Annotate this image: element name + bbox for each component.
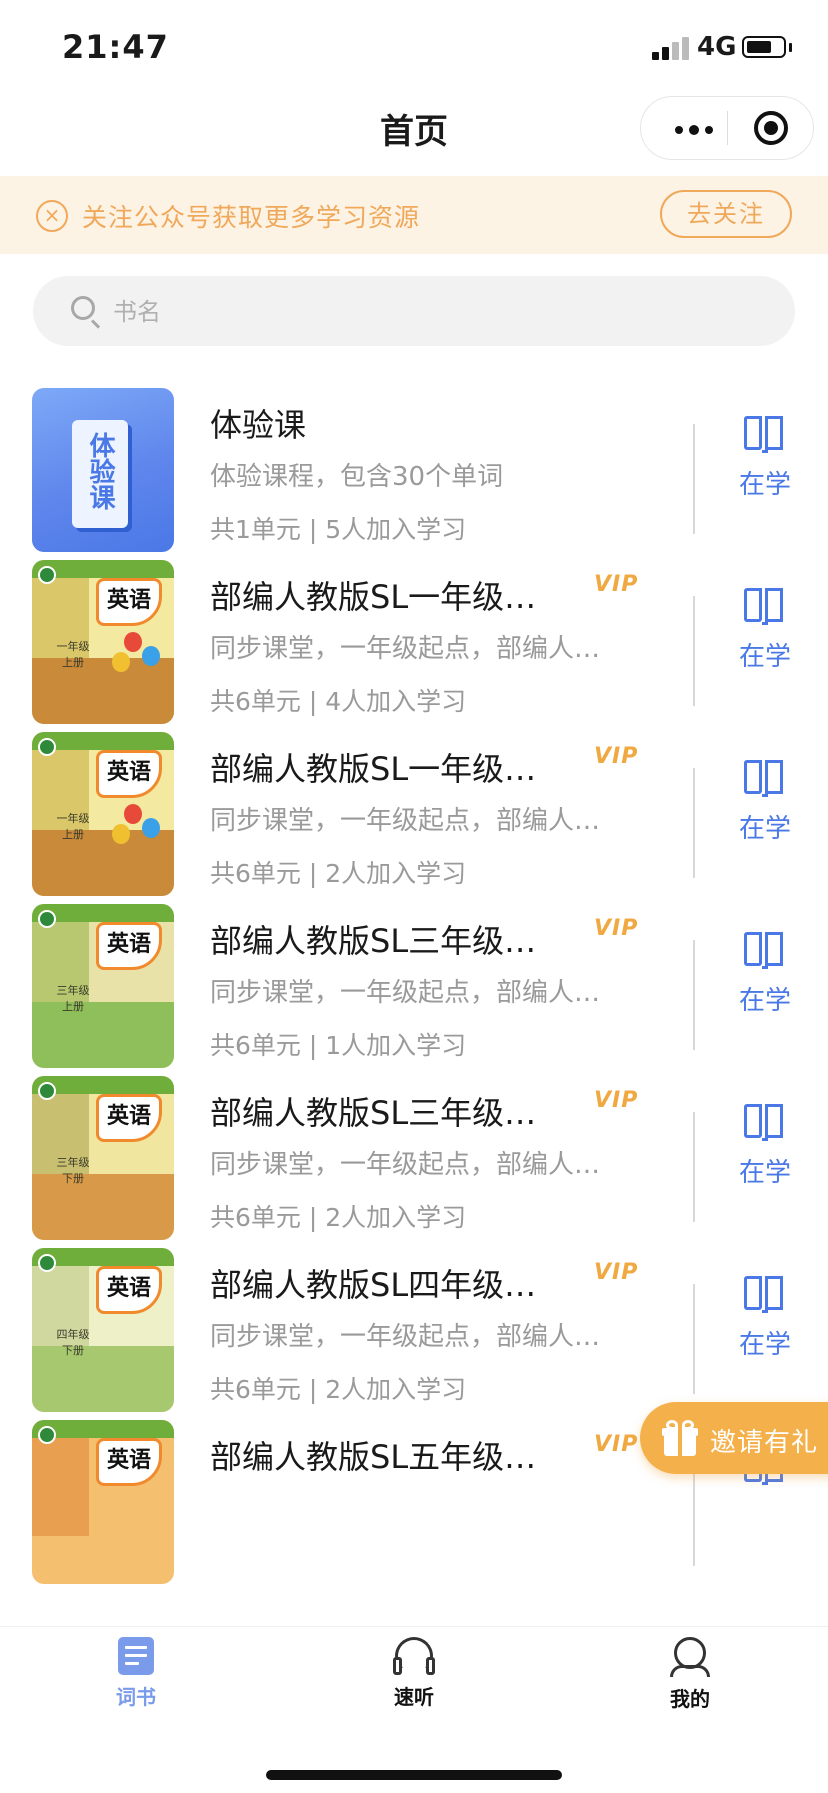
book-cover: 英语: [32, 1420, 174, 1584]
open-book-icon: [744, 760, 786, 798]
headphones-icon: [393, 1637, 435, 1675]
study-button[interactable]: 在学: [730, 588, 800, 698]
profile-icon: [670, 1637, 710, 1677]
open-book-icon: [744, 1104, 786, 1142]
list-item[interactable]: 英语 四年级 下册 部编人教版SL四年级… VIP 同步课堂，一年级起点，部编人……: [0, 1238, 828, 1414]
signal-icon: [652, 36, 692, 60]
book-desc: 体验课程，包含30个单词: [210, 462, 504, 492]
book-title: 部编人教版SL三年级…: [210, 922, 537, 960]
list-item[interactable]: 英语 一年级 上册 部编人教版SL一年级… VIP 同步课堂，一年级起点，部编人……: [0, 722, 828, 898]
status-time: 21:47: [62, 28, 169, 66]
book-title: 体验课: [210, 406, 307, 444]
vip-badge: VIP: [594, 1432, 639, 1457]
vip-badge: VIP: [594, 744, 639, 769]
tab-profile[interactable]: 我的: [630, 1637, 750, 1737]
book-cover: 英语 三年级 上册: [32, 904, 174, 1068]
book-desc: 同步课堂，一年级起点，部编人…: [210, 1150, 601, 1180]
status-bar: 21:47 4G: [0, 0, 828, 90]
vip-badge: VIP: [594, 1088, 639, 1113]
more-dots-icon[interactable]: [675, 125, 715, 135]
battery-icon: [742, 36, 786, 58]
book-desc: 同步课堂，一年级起点，部编人…: [210, 1322, 601, 1352]
gift-icon: [662, 1420, 698, 1456]
vip-badge: VIP: [594, 916, 639, 941]
study-button[interactable]: 在学: [730, 1276, 800, 1386]
book-desc: 同步课堂，一年级起点，部编人…: [210, 634, 601, 664]
open-book-icon: [744, 588, 786, 626]
network-type: 4G: [697, 32, 737, 62]
invite-label: 邀请有礼: [710, 1428, 819, 1458]
list-item[interactable]: 英语 三年级 下册 部编人教版SL三年级… VIP 同步课堂，一年级起点，部编人……: [0, 1066, 828, 1242]
tab-wordbook[interactable]: 词书: [76, 1637, 196, 1737]
search-icon: [71, 296, 95, 320]
book-title: 部编人教版SL三年级…: [210, 1094, 537, 1132]
study-button[interactable]: 在学: [730, 416, 800, 526]
book-cover: 英语 三年级 下册: [32, 1076, 174, 1240]
vip-badge: VIP: [594, 572, 639, 597]
list-item[interactable]: 英语 一年级 上册 部编人教版SL一年级… VIP 同步课堂，一年级起点，部编人……: [0, 550, 828, 726]
book-title: 部编人教版SL一年级…: [210, 750, 537, 788]
book-title: 部编人教版SL一年级…: [210, 578, 537, 616]
book-meta: 共6单元 | 2人加入学习: [210, 1375, 467, 1404]
book-meta: 共1单元 | 5人加入学习: [210, 515, 467, 544]
book-cover: 体验课: [32, 388, 174, 552]
book-meta: 共6单元 | 1人加入学习: [210, 1031, 467, 1060]
follow-banner: × 关注公众号获取更多学习资源 去关注: [0, 176, 828, 254]
banner-text: 关注公众号获取更多学习资源: [82, 203, 421, 232]
book-meta: 共6单元 | 2人加入学习: [210, 859, 467, 888]
book-title: 部编人教版SL四年级…: [210, 1266, 537, 1304]
search-bar[interactable]: [33, 276, 795, 346]
close-icon[interactable]: ×: [36, 200, 68, 232]
tab-listen[interactable]: 速听: [354, 1637, 474, 1737]
invite-button[interactable]: 邀请有礼: [640, 1402, 828, 1474]
book-desc: 同步课堂，一年级起点，部编人…: [210, 806, 601, 836]
list-item[interactable]: 体验课 体验课 体验课程，包含30个单词 共1单元 | 5人加入学习 在学: [0, 378, 828, 554]
home-indicator: [266, 1770, 562, 1780]
study-button[interactable]: 在学: [730, 932, 800, 1042]
list-item[interactable]: 英语 三年级 上册 部编人教版SL三年级… VIP 同步课堂，一年级起点，部编人……: [0, 894, 828, 1070]
mini-program-capsule: [640, 96, 814, 160]
close-target-icon[interactable]: [754, 111, 788, 145]
book-title: 部编人教版SL五年级…: [210, 1438, 537, 1476]
follow-button[interactable]: 去关注: [660, 190, 792, 238]
book-cover: 英语 一年级 上册: [32, 732, 174, 896]
open-book-icon: [744, 932, 786, 970]
study-button[interactable]: 在学: [730, 760, 800, 870]
study-button[interactable]: 在学: [730, 1104, 800, 1214]
book-meta: 共6单元 | 2人加入学习: [210, 1203, 467, 1232]
open-book-icon: [744, 416, 786, 454]
search-input[interactable]: [111, 290, 715, 334]
vip-badge: VIP: [594, 1260, 639, 1285]
book-cover: 英语 一年级 上册: [32, 560, 174, 724]
tab-bar: 词书 速听 我的: [0, 1626, 828, 1793]
wordbook-icon: [118, 1637, 154, 1675]
book-desc: 同步课堂，一年级起点，部编人…: [210, 978, 601, 1008]
book-meta: 共6单元 | 4人加入学习: [210, 687, 467, 716]
book-cover: 英语 四年级 下册: [32, 1248, 174, 1412]
open-book-icon: [744, 1276, 786, 1314]
